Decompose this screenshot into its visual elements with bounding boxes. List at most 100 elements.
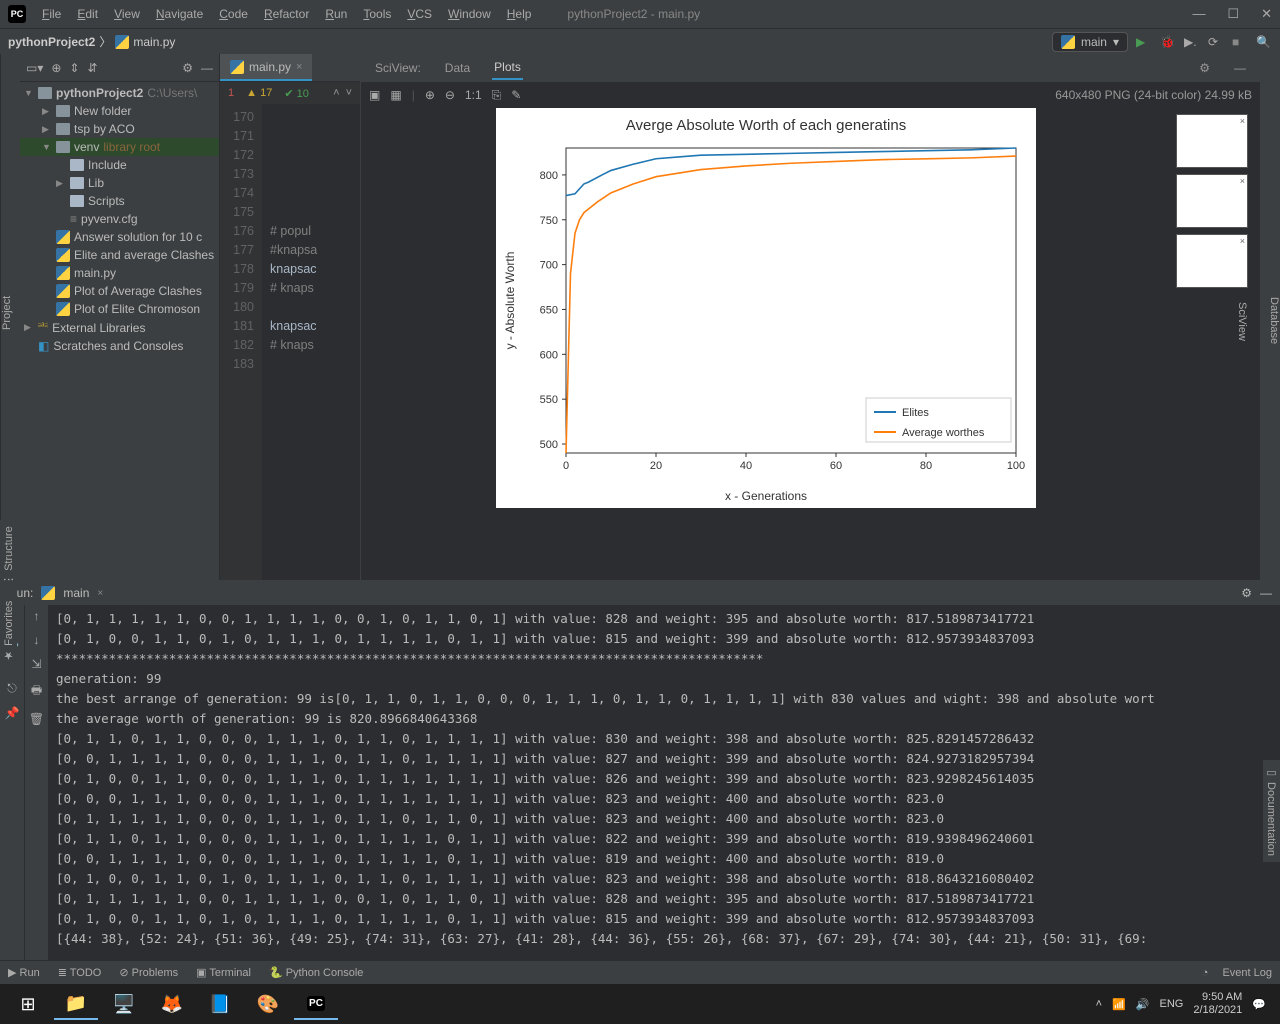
menu-run[interactable]: Run (319, 5, 353, 23)
menu-navigate[interactable]: Navigate (150, 5, 209, 23)
sciview-tab-data[interactable]: Data (443, 57, 472, 79)
hide-icon[interactable]: — (201, 61, 213, 75)
explorer-icon[interactable]: 📁 (54, 988, 98, 1020)
profile-icon[interactable]: ⟳ (1208, 35, 1224, 49)
warning-badge[interactable]: ▲ 17 (246, 87, 272, 99)
ok-badge[interactable]: ✔ 10 (284, 87, 309, 100)
run-tab[interactable]: ▶ Run (8, 966, 40, 979)
expand-icon[interactable]: ⇕ (69, 61, 79, 75)
code-editor[interactable]: # popul #knapsa knapsac # knaps knapsac … (262, 104, 360, 580)
menu-vcs[interactable]: VCS (401, 5, 438, 23)
structure-tab[interactable]: ⋮ Structure (2, 526, 15, 585)
search-icon[interactable]: 🔍 (1256, 35, 1272, 49)
breadcrumb-project[interactable]: pythonProject2 (8, 35, 95, 49)
monitor-icon[interactable]: 🖥️ (102, 988, 146, 1020)
menu-tools[interactable]: Tools (357, 5, 397, 23)
locate-icon[interactable]: ⊕ (51, 61, 61, 75)
plot-thumbnail[interactable]: × (1176, 234, 1248, 288)
pin-icon[interactable]: 📌 (5, 706, 20, 720)
run-config-selector[interactable]: main ▾ (1052, 32, 1128, 52)
menu-file[interactable]: File (36, 5, 67, 23)
tray-chevron-icon[interactable]: ˄ (1096, 998, 1102, 1010)
tree-external-libs[interactable]: ▶⎃ External Libraries (20, 318, 219, 337)
sciview-tab-plots[interactable]: Plots (492, 56, 523, 80)
database-tab[interactable]: Database (1268, 297, 1280, 344)
tree-item[interactable]: Include (20, 156, 219, 174)
project-tool-tab[interactable]: Project (0, 54, 20, 580)
notepad-icon[interactable]: 📘 (198, 988, 242, 1020)
clear-icon[interactable]: 🗑 (29, 712, 44, 726)
tree-item[interactable]: Plot of Elite Chromoson (20, 300, 219, 318)
todo-tab[interactable]: ≣ TODO (58, 966, 102, 979)
console-output[interactable]: [0, 1, 1, 1, 1, 1, 0, 0, 1, 1, 1, 1, 0, … (48, 605, 1280, 960)
tree-item[interactable]: ▶ Lib (20, 174, 219, 192)
project-view-icon[interactable]: ▭▾ (26, 61, 43, 75)
fit-icon[interactable]: ▣ (369, 88, 380, 102)
volume-icon[interactable]: 🔊 (1136, 998, 1150, 1011)
menu-window[interactable]: Window (442, 5, 497, 23)
python-console-tab[interactable]: 🐍 Python Console (269, 966, 363, 979)
print-icon[interactable]: 🖶 (31, 681, 42, 702)
problems-tab[interactable]: ⊘ Problems (119, 966, 178, 979)
tree-item[interactable]: Plot of Average Clashes (20, 282, 219, 300)
tree-scratches[interactable]: ◧ Scratches and Consoles (20, 337, 219, 355)
plot-thumbnail[interactable]: × (1176, 174, 1248, 228)
breadcrumb[interactable]: pythonProject2 〉 main.py (8, 33, 175, 50)
right-tool-tabs[interactable]: Database SciView (1260, 54, 1280, 580)
exit-icon[interactable]: ⎋ (7, 681, 17, 696)
plot-thumbnail[interactable]: × (1176, 114, 1248, 168)
start-icon[interactable]: ⊞ (6, 988, 50, 1020)
firefox-icon[interactable]: 🦊 (150, 988, 194, 1020)
close-tab-icon[interactable]: × (296, 61, 302, 73)
tree-item[interactable]: ▶ New folder (20, 102, 219, 120)
tree-item[interactable]: ▼ venv library root (20, 138, 219, 156)
plot-display[interactable]: Averge Absolute Worth of each generatins… (361, 108, 1170, 580)
minimize-icon[interactable]: — (1192, 6, 1205, 22)
documentation-tab[interactable]: ▭ Documentation (1265, 766, 1277, 856)
wifi-icon[interactable]: 📶 (1112, 998, 1126, 1011)
close-icon[interactable]: ✕ (1261, 6, 1272, 22)
close-icon[interactable]: × (1240, 236, 1245, 246)
language-indicator[interactable]: ENG (1160, 998, 1184, 1010)
color-picker-icon[interactable]: ✎ (511, 88, 521, 102)
maximize-icon[interactable]: ☐ (1227, 6, 1239, 22)
down-icon[interactable]: ↓ (34, 633, 40, 647)
menu-help[interactable]: Help (501, 5, 538, 23)
hide-icon[interactable]: — (1260, 586, 1272, 600)
run-icon[interactable]: ▶ (1136, 35, 1152, 49)
error-count[interactable]: 1 (228, 87, 234, 99)
menu-refactor[interactable]: Refactor (258, 5, 315, 23)
favorites-tab[interactable]: ★ Favorites (2, 601, 15, 662)
soft-wrap-icon[interactable]: ⇲ (31, 657, 41, 671)
tree-item[interactable]: main.py (20, 264, 219, 282)
debug-icon[interactable]: 🐞 (1160, 35, 1176, 49)
notifications-icon[interactable]: 💬 (1252, 998, 1266, 1011)
terminal-tab[interactable]: ▣ Terminal (196, 966, 251, 979)
clock[interactable]: 9:50 AM 2/18/2021 (1193, 991, 1242, 1017)
next-highlight-icon[interactable]: ˅ (346, 87, 352, 99)
tree-item[interactable]: Scripts (20, 192, 219, 210)
zoom-ratio[interactable]: 1:1 (465, 88, 482, 102)
tree-item[interactable]: Answer solution for 10 c (20, 228, 219, 246)
paint-icon[interactable]: 🎨 (246, 988, 290, 1020)
zoom-out-icon[interactable]: ⊖ (445, 88, 455, 102)
hide-icon[interactable]: — (1232, 57, 1248, 79)
prev-highlight-icon[interactable]: ˄ (333, 87, 339, 99)
close-icon[interactable]: × (1240, 176, 1245, 186)
run-config-name[interactable]: main (63, 586, 89, 600)
gear-icon[interactable]: ⚙ (182, 61, 193, 75)
editor-tab-main[interactable]: main.py × (220, 54, 312, 81)
gear-icon[interactable]: ⚙ (1197, 57, 1212, 79)
menu-view[interactable]: View (108, 5, 146, 23)
zoom-in-icon[interactable]: ⊕ (425, 88, 435, 102)
tree-item[interactable]: ▶ tsp by ACO (20, 120, 219, 138)
coverage-icon[interactable]: ▶. (1184, 35, 1200, 49)
grid-icon[interactable]: ▦ (390, 88, 401, 102)
menu-edit[interactable]: Edit (71, 5, 104, 23)
project-tree[interactable]: ▼ pythonProject2 C:\Users\▶ New folder▶ … (20, 82, 219, 580)
menu-code[interactable]: Code (213, 5, 254, 23)
close-icon[interactable]: × (1240, 116, 1245, 126)
stop-icon[interactable]: ■ (1232, 35, 1248, 49)
tree-item[interactable]: ≡ pyvenv.cfg (20, 210, 219, 228)
sciview-tab[interactable]: SciView (1236, 302, 1248, 341)
